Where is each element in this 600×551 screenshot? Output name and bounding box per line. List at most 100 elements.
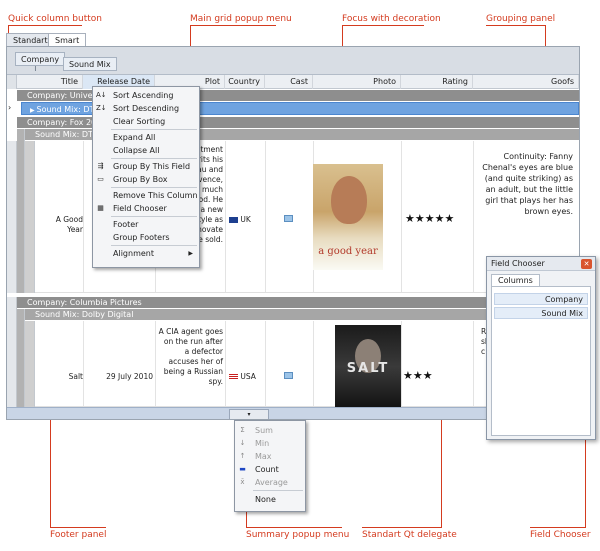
menu-item[interactable]: Collapse All — [93, 144, 199, 157]
cell-release-date: 29 July 2010 — [106, 372, 153, 381]
summary-menu-label: Average — [255, 478, 288, 487]
summary-menu-item[interactable]: Σ Sum — [235, 424, 305, 437]
header-country[interactable]: Country — [225, 75, 265, 89]
cell-title: A Good Year — [55, 215, 83, 234]
country-label: USA — [240, 372, 256, 381]
menu-item[interactable]: Group Footers — [93, 231, 199, 244]
callout-line — [362, 527, 442, 528]
callout-grouping-panel: Grouping panel — [486, 14, 556, 24]
field-chooser-list: Company Sound Mix — [491, 286, 591, 436]
footer-summary-cell[interactable]: ▾ — [229, 409, 269, 419]
cell-country: USA — [229, 372, 256, 382]
menu-item[interactable]: ⇶ Group By This Field — [93, 160, 199, 173]
cell-country: UK — [229, 215, 251, 225]
group-by-field-icon: ⇶ — [97, 162, 104, 170]
summary-popup-menu: Σ Sum ↓ Min ↑ Max ▬ Count x̄ Average None — [234, 420, 306, 512]
menu-item-label: Group Footers — [113, 233, 170, 242]
menu-item-label: Sort Descending — [113, 104, 180, 113]
menu-item[interactable]: A↓ Sort Ascending — [93, 89, 199, 102]
callout-line — [486, 25, 546, 26]
summary-menu-item[interactable]: ↑ Max — [235, 450, 305, 463]
callout-quick-column-button: Quick column button — [8, 14, 102, 24]
menu-item[interactable]: ▭ Group By Box — [93, 173, 199, 186]
header-photo[interactable]: Photo — [313, 75, 401, 89]
summary-menu-label: Max — [255, 452, 272, 461]
sum-icon: Σ — [240, 426, 245, 434]
tab-smart[interactable]: Smart — [48, 33, 87, 47]
menu-item-label: Expand All — [113, 133, 156, 142]
callout-line — [530, 527, 586, 528]
header-title[interactable]: Title — [17, 75, 83, 89]
menu-item[interactable]: Z↓ Sort Descending — [93, 102, 199, 115]
header-rating[interactable]: Rating — [401, 75, 473, 89]
summary-menu-item[interactable]: None — [235, 493, 305, 506]
us-flag-icon — [229, 374, 238, 380]
rating-stars: ★★★★★ — [405, 212, 455, 225]
row-indicator-arrow: › — [8, 103, 12, 112]
menu-separator — [111, 158, 197, 159]
header-goofs[interactable]: Goofs — [473, 75, 579, 89]
summary-menu-label: None — [255, 495, 276, 504]
menu-item-label: Group By This Field — [113, 162, 191, 171]
summary-menu-item[interactable]: ↓ Min — [235, 437, 305, 450]
dropdown-icon: ▾ — [247, 411, 251, 418]
row-indicator — [7, 297, 17, 407]
row-indicator — [25, 321, 35, 407]
callout-line — [8, 25, 82, 26]
menu-item[interactable]: ▦ Field Chooser — [93, 202, 199, 215]
min-icon: ↓ — [239, 439, 246, 447]
group-connector — [35, 66, 36, 71]
summary-menu-label: Sum — [255, 426, 273, 435]
callout-footer-panel: Footer panel — [50, 530, 107, 540]
menu-item-label: Sort Ascending — [113, 91, 174, 100]
submenu-arrow-icon: ▶ — [188, 250, 193, 257]
callout-line — [342, 25, 424, 26]
group-by-box-icon: ▭ — [97, 175, 104, 183]
poster-caption: SALT — [346, 361, 390, 376]
cast-icon[interactable] — [284, 372, 293, 379]
field-chooser-window: Field Chooser ✕ Columns Company Sound Mi… — [486, 256, 596, 440]
menu-item[interactable]: Expand All — [93, 131, 199, 144]
menu-separator — [111, 216, 197, 217]
callout-line — [50, 527, 106, 528]
group-chip-company[interactable]: Company — [15, 52, 66, 66]
average-icon: x̄ — [240, 478, 245, 486]
callout-summary-popup-menu: Summary popup menu — [246, 530, 350, 540]
field-chooser-tab-columns[interactable]: Columns — [491, 274, 540, 286]
summary-menu-label: Min — [255, 439, 270, 448]
cast-icon[interactable] — [284, 215, 293, 222]
menu-separator — [253, 490, 303, 491]
sort-ascending-icon: A↓ — [96, 91, 107, 99]
cell-title: Salt — [68, 372, 83, 381]
menu-item-label: Alignment — [113, 249, 154, 258]
count-icon: ▬ — [239, 465, 246, 473]
grouping-panel[interactable]: Company Sound Mix — [7, 47, 579, 75]
country-label: UK — [240, 215, 251, 224]
menu-item-label: Remove This Column — [113, 191, 198, 200]
menu-item[interactable]: Clear Sorting — [93, 115, 199, 128]
callout-line — [190, 25, 276, 26]
menu-item-label: Group By Box — [113, 175, 168, 184]
field-chooser-item[interactable]: Sound Mix — [494, 307, 588, 319]
callout-line — [246, 510, 247, 527]
row-indicator — [17, 309, 25, 407]
field-chooser-item[interactable]: Company — [494, 293, 588, 305]
quick-column-button[interactable] — [7, 75, 17, 89]
callout-line — [585, 430, 586, 527]
summary-menu-item[interactable]: x̄ Average — [235, 476, 305, 489]
menu-separator — [111, 129, 197, 130]
summary-menu-item[interactable]: ▬ Count — [235, 463, 305, 476]
row-indicator — [17, 129, 25, 293]
uk-flag-icon — [229, 217, 238, 223]
close-icon[interactable]: ✕ — [581, 259, 592, 269]
menu-item[interactable]: Remove This Column — [93, 189, 199, 202]
menu-item[interactable]: Alignment ▶ — [93, 247, 199, 260]
poster-image: SALT — [335, 325, 401, 409]
row-indicator — [7, 141, 17, 293]
callout-main-grid-popup-menu: Main grid popup menu — [190, 14, 292, 24]
header-cast[interactable]: Cast — [265, 75, 313, 89]
main-grid-popup-menu: A↓ Sort Ascending Z↓ Sort Descending Clear S… — [92, 86, 200, 268]
group-chip-sound-mix[interactable]: Sound Mix — [63, 57, 117, 71]
sort-descending-icon: Z↓ — [96, 104, 107, 112]
menu-item[interactable]: Footer — [93, 218, 199, 231]
